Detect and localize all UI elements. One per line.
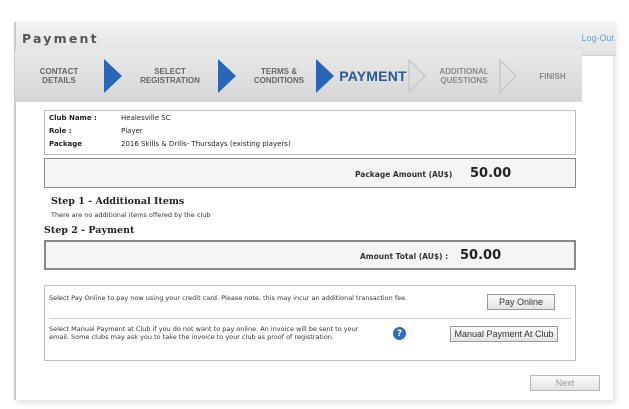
role-value: Player	[121, 127, 143, 135]
registration-details: Club Name : Healesville SC Role : Player…	[44, 110, 576, 155]
page-title: Payment	[22, 31, 99, 46]
amount-total-value: 50.00	[460, 248, 502, 263]
step-arrow-icon	[104, 59, 122, 93]
step-terms-conditions: TERMS & CONDITIONS	[253, 67, 305, 85]
manual-payment-text: Select Manual Payment at Club if you do …	[49, 325, 359, 341]
step-payment: PAYMENT	[339, 67, 407, 84]
step-arrow-outline-icon	[408, 59, 426, 93]
amount-total-box: Amount Total (AU$) : 50.00	[44, 240, 576, 270]
step-contact-details: CONTACT DETAILS	[39, 67, 79, 85]
pay-online-button[interactable]: Pay Online	[487, 294, 555, 310]
step-arrow-outline-icon	[499, 59, 517, 93]
step2-heading: Step 2 - Payment	[44, 225, 135, 236]
amount-total-label: Amount Total (AU$) :	[360, 252, 449, 261]
help-icon[interactable]: ?	[393, 327, 406, 340]
step-arrow-icon	[316, 59, 334, 93]
club-name-label: Club Name :	[49, 114, 97, 122]
wizard-steps: CONTACT DETAILS SELECT REGISTRATION TERM…	[15, 50, 582, 102]
package-value: 2016 Skills & Drills- Thursdays (existin…	[121, 140, 291, 148]
step1-note: There are no additional items offered by…	[51, 211, 211, 219]
package-amount-value: 50.00	[470, 166, 512, 181]
pay-online-text: Select Pay Online to pay now using your …	[49, 294, 408, 302]
step-select-registration: SELECT REGISTRATION	[140, 67, 200, 85]
club-name-value: Healesville SC	[121, 114, 171, 122]
role-label: Role :	[49, 127, 72, 135]
payment-options: Select Pay Online to pay now using your …	[44, 285, 576, 361]
step1-heading: Step 1 - Additional Items	[51, 196, 185, 207]
manual-payment-button[interactable]: Manual Payment At Club	[450, 326, 558, 342]
options-divider	[49, 318, 571, 319]
package-amount-label: Package Amount (AU$)	[355, 170, 453, 179]
package-amount-box: Package Amount (AU$) 50.00	[44, 158, 576, 188]
step-finish: FINISH	[539, 71, 566, 81]
step-additional-questions: ADDITIONAL QUESTIONS	[439, 67, 489, 85]
logout-link[interactable]: Log-Out	[581, 33, 614, 43]
package-label: Package	[49, 140, 82, 148]
next-button[interactable]: Next	[530, 375, 600, 391]
step-arrow-icon	[218, 59, 236, 93]
